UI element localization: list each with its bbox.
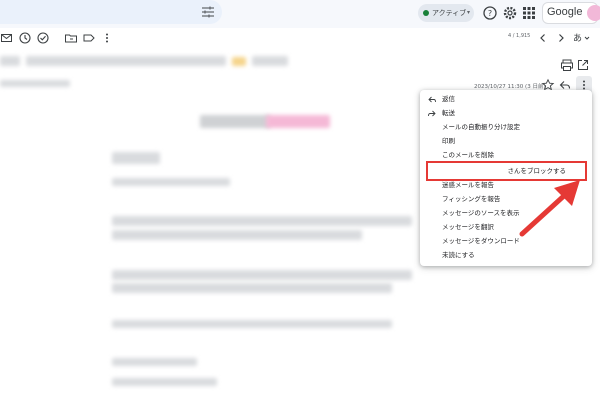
body-blur xyxy=(200,115,270,128)
body-blur xyxy=(112,216,412,226)
body-blur xyxy=(112,152,160,164)
menu-item-label: フィッシングを報告 xyxy=(442,195,501,203)
menu-item-label: メッセージのソースを表示 xyxy=(442,209,520,217)
svg-text:あ: あ xyxy=(573,33,582,44)
menu-item-label: 迷惑メールを報告 xyxy=(442,181,494,189)
avatar[interactable] xyxy=(587,5,600,21)
chevron-left-icon[interactable] xyxy=(536,31,550,45)
body-blur xyxy=(112,178,230,186)
more-vert-icon[interactable] xyxy=(100,31,114,45)
message-toolbar: 4 / 1,915 あ xyxy=(0,28,600,48)
mail-icon[interactable] xyxy=(0,31,14,45)
settings-icon[interactable] xyxy=(502,5,518,21)
menu-item-label: メッセージをダウンロード xyxy=(442,237,520,245)
body-blur xyxy=(112,378,217,386)
body-blur xyxy=(112,270,412,280)
apps-icon[interactable] xyxy=(521,5,537,21)
menu-item-filter-messages[interactable]: メールの自動振り分け設定 xyxy=(420,121,592,134)
menu-item-forward[interactable]: 転送 xyxy=(420,107,592,120)
subject-blur xyxy=(26,56,226,66)
status-label: アクティブ xyxy=(432,9,467,17)
menu-item-label: メッセージを翻訳 xyxy=(442,223,494,231)
message-counter: 4 / 1,915 xyxy=(508,33,531,39)
menu-item-label: 転送 xyxy=(442,109,455,117)
subject-blur xyxy=(252,56,288,66)
svg-text:?: ? xyxy=(488,9,492,18)
body-blur xyxy=(112,230,362,240)
pointer-arrow-icon xyxy=(519,180,580,237)
menu-item-label: メールの自動振り分け設定 xyxy=(442,123,520,131)
help-icon[interactable]: ? xyxy=(482,5,498,21)
chevron-right-icon[interactable] xyxy=(554,31,568,45)
menu-item-print[interactable]: 印刷 xyxy=(420,135,592,148)
input-tools-icon[interactable]: あ xyxy=(572,31,592,45)
tune-icon[interactable] xyxy=(201,5,215,19)
menu-item-label: 返信 xyxy=(442,95,455,103)
subject-label-blur xyxy=(232,57,246,66)
google-logo: Google xyxy=(547,6,583,18)
forward-icon xyxy=(428,110,436,117)
subject-blur xyxy=(0,56,20,66)
status-dot-icon xyxy=(423,10,429,16)
top-bar: アクティブ ▾ ? Google xyxy=(0,0,600,28)
sender-blur xyxy=(0,80,70,87)
body-blur xyxy=(266,115,330,128)
mail-timestamp: 2023/10/27 11:30 (3 日前) xyxy=(474,84,546,90)
body-blur xyxy=(112,320,392,328)
reply-icon xyxy=(428,96,436,103)
chevron-down-icon: ▾ xyxy=(466,9,470,16)
menu-item-label: このメールを削除 xyxy=(442,151,494,159)
menu-item-label: 未読にする xyxy=(442,251,475,259)
open-in-new-icon[interactable] xyxy=(576,58,590,72)
body-blur xyxy=(112,358,197,366)
print-icon[interactable] xyxy=(560,58,574,72)
snooze-icon[interactable] xyxy=(18,31,32,45)
label-icon[interactable] xyxy=(82,31,96,45)
body-blur xyxy=(112,283,392,293)
move-to-icon[interactable] xyxy=(64,31,78,45)
add-task-icon[interactable] xyxy=(36,31,50,45)
status-selector[interactable]: アクティブ ▾ xyxy=(418,4,474,22)
menu-item-reply[interactable]: 返信 xyxy=(420,93,592,106)
menu-item-label: 印刷 xyxy=(442,137,455,145)
google-account-button[interactable]: Google xyxy=(542,2,600,24)
menu-item-mark-unread[interactable]: 未読にする xyxy=(420,249,592,262)
search-bar[interactable] xyxy=(0,0,222,24)
